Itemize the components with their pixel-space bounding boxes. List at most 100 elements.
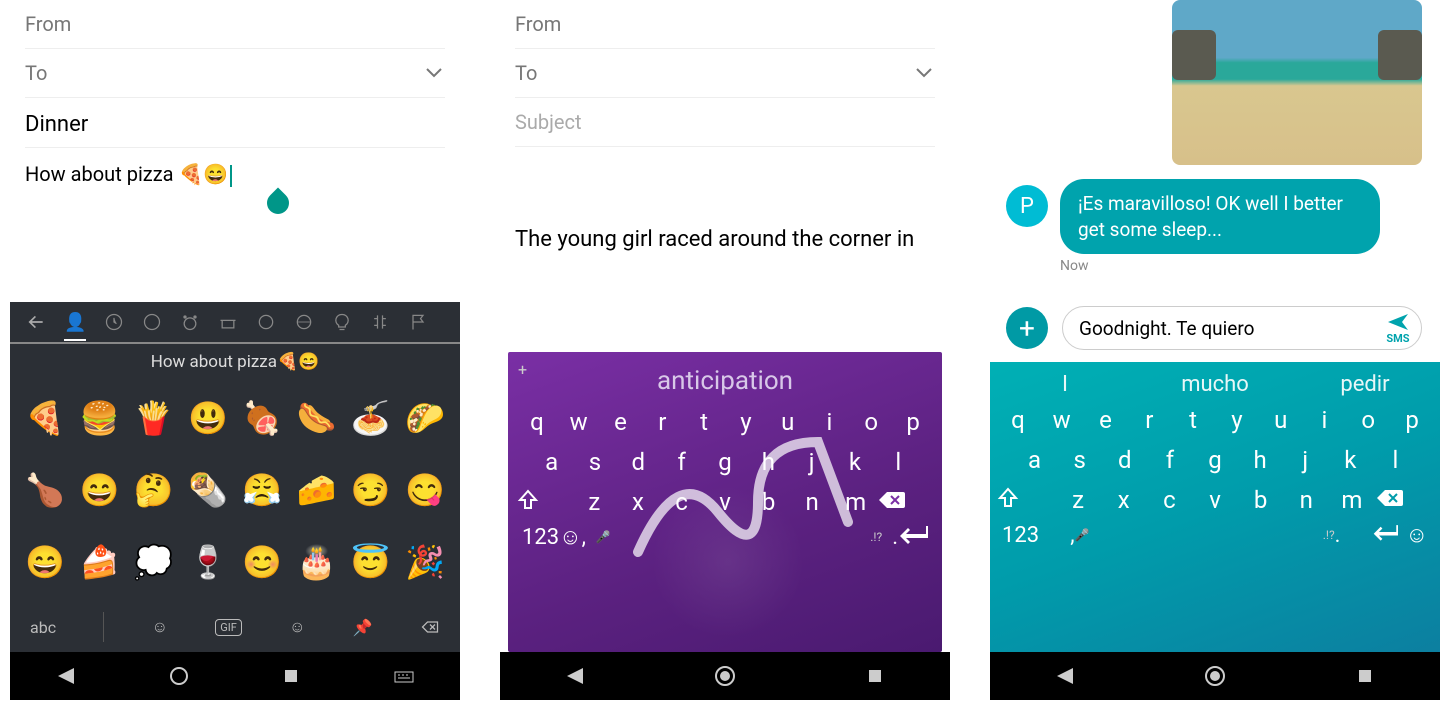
emoji-cell[interactable]: 🌯 [181,454,235,526]
emoji-cell[interactable]: 🎂 [289,526,343,598]
chevron-down-icon[interactable] [423,62,445,84]
backspace-icon[interactable] [420,617,440,637]
key-z[interactable]: z [1055,486,1101,516]
emoji-cell[interactable]: 😊 [235,526,289,598]
key-i[interactable]: i [809,408,851,436]
message-input[interactable] [1079,317,1385,340]
key-f[interactable]: f [660,448,703,476]
key-p[interactable]: p [1390,406,1434,434]
to-field[interactable]: To [515,49,935,98]
emoji-cell[interactable]: 😏 [344,454,398,526]
suggestion-bar[interactable]: anticipation [508,352,942,402]
cursor-handle[interactable] [262,187,293,218]
clock-icon[interactable] [104,312,124,332]
emoji-cell[interactable]: 🍗 [18,454,72,526]
sticker-icon[interactable]: ☺ [289,617,305,637]
nav-home-button[interactable] [1203,664,1227,688]
nav-keyboard-icon[interactable] [392,664,416,688]
emoji-cell[interactable]: 🧀 [289,454,343,526]
message-image-attachment[interactable] [1172,0,1422,165]
nav-recent-button[interactable] [279,664,303,688]
gif-button[interactable]: GIF [215,619,242,636]
emoji-cell[interactable]: 😄 [72,454,126,526]
emoji-key[interactable]: ☺ [559,524,581,550]
key-j[interactable]: j [1283,446,1328,474]
emoji-cell[interactable]: 🌮 [398,382,452,454]
symbol-category-icon[interactable] [370,312,390,332]
key-w[interactable]: w [1040,406,1084,434]
emoji-cell[interactable]: 🍷 [181,526,235,598]
key-q[interactable]: q [996,406,1040,434]
suggestion-1[interactable]: I [996,372,1134,398]
key-c[interactable]: c [1147,486,1193,516]
key-p[interactable]: p [892,408,934,436]
key-l[interactable]: l [877,448,920,476]
emoji-cell[interactable]: 🍔 [72,382,126,454]
backspace-key[interactable] [1375,486,1434,516]
key-n[interactable]: n [1283,486,1329,516]
emoji-cell[interactable]: 🤔 [127,454,181,526]
enter-key[interactable] [898,524,928,550]
key-u[interactable]: u [767,408,809,436]
object-category-icon[interactable] [332,312,352,332]
key-k[interactable]: k [1328,446,1373,474]
mic-icon[interactable]: 🎤 [1075,528,1090,542]
from-field[interactable]: From [25,0,445,49]
to-field[interactable]: To [25,49,445,98]
key-h[interactable]: h [1238,446,1283,474]
animal-category-icon[interactable] [180,312,200,332]
emoji-cell[interactable]: 😤 [235,454,289,526]
key-g[interactable]: g [1192,446,1237,474]
emoji-picker-icon[interactable]: ☺ [152,617,168,637]
emoji-cell[interactable]: 😃 [181,382,235,454]
key-l[interactable]: l [1373,446,1418,474]
key-m[interactable]: m [834,488,878,518]
subject-field[interactable]: Subject [515,98,935,147]
mic-icon[interactable]: 🎤 [596,530,611,544]
key-j[interactable]: j [790,448,833,476]
key-r[interactable]: r [1127,406,1171,434]
numbers-key[interactable]: 123 [522,525,559,550]
nav-back-button[interactable] [563,664,587,688]
emoji-cell[interactable]: 🍕 [18,382,72,454]
body-field[interactable]: The young girl raced around the corner i… [515,147,935,262]
key-q[interactable]: q [516,408,558,436]
flag-category-icon[interactable] [408,312,428,332]
shift-key[interactable] [516,488,573,518]
key-a[interactable]: a [1012,446,1057,474]
chevron-down-icon[interactable] [913,62,935,84]
period-key[interactable]: . [1335,523,1341,548]
shift-key[interactable] [996,486,1055,516]
emoji-cell[interactable]: 💭 [127,526,181,598]
key-o[interactable]: o [1346,406,1390,434]
emoji-cell[interactable]: 😋 [398,454,452,526]
nav-home-button[interactable] [713,664,737,688]
key-t[interactable]: t [683,408,725,436]
key-e[interactable]: e [1084,406,1128,434]
activity-category-icon[interactable] [256,312,276,332]
key-h[interactable]: h [747,448,790,476]
emoji-cell[interactable]: 🍰 [72,526,126,598]
key-x[interactable]: x [1101,486,1147,516]
key-y[interactable]: y [1215,406,1259,434]
nav-back-button[interactable] [1053,664,1077,688]
emoji-cell[interactable]: 😄 [18,526,72,598]
key-u[interactable]: u [1259,406,1303,434]
key-a[interactable]: a [530,448,573,476]
key-m[interactable]: m [1329,486,1375,516]
key-b[interactable]: b [1238,486,1284,516]
key-t[interactable]: t [1171,406,1215,434]
travel-category-icon[interactable] [294,312,314,332]
key-w[interactable]: w [558,408,600,436]
key-e[interactable]: e [600,408,642,436]
face-category-icon[interactable] [142,312,162,332]
suggestion-2[interactable]: mucho [1146,372,1284,398]
key-c[interactable]: c [660,488,704,518]
nav-recent-button[interactable] [1353,664,1377,688]
avatar[interactable]: P [1006,185,1048,227]
key-d[interactable]: d [617,448,660,476]
food-category-icon[interactable] [218,312,238,332]
key-d[interactable]: d [1102,446,1147,474]
abc-button[interactable]: abc [30,618,56,637]
key-v[interactable]: v [703,488,747,518]
